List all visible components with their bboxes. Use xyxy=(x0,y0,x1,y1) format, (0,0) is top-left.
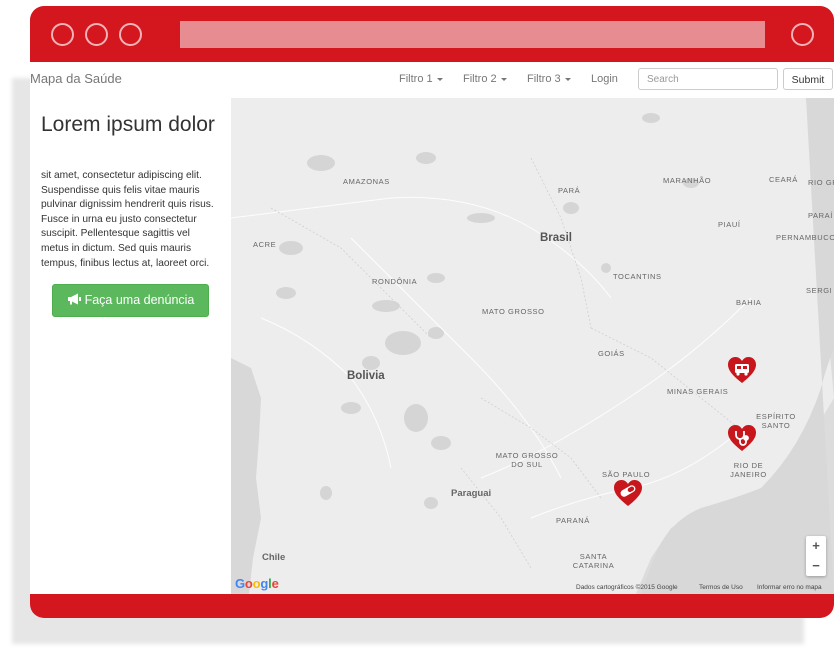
map-label-rio-grande: RIO GR xyxy=(808,178,834,187)
window-maximize-circle[interactable] xyxy=(119,23,142,46)
map-label-goias: GOIÁS xyxy=(598,349,625,358)
zoom-control: + − xyxy=(806,536,826,576)
map-label-paraguai: Paraguai xyxy=(451,488,492,499)
map-label-maranhao: MARANHÃO xyxy=(663,176,712,185)
filter-3-dropdown[interactable]: Filtro 3 xyxy=(527,73,571,85)
map-label-espirito-santo: ESPÍRITO SANTO xyxy=(756,412,796,430)
map-label-tocantins: TOCANTINS xyxy=(613,272,662,281)
caret-down-icon xyxy=(564,77,571,81)
map-label-brasil: Brasil xyxy=(540,232,572,244)
map-label-chile: Chile xyxy=(262,552,286,563)
caret-down-icon xyxy=(500,77,507,81)
map-label-mato-grosso-do-sul: MATO GROSSO DO SUL xyxy=(495,451,559,469)
map-label-sergipe: SERGI xyxy=(806,286,833,295)
megaphone-icon xyxy=(67,293,81,305)
window-close-circle[interactable] xyxy=(51,23,74,46)
google-logo: Google xyxy=(235,576,279,591)
filter-2-dropdown[interactable]: Filtro 2 xyxy=(463,73,507,85)
map-terrain xyxy=(231,98,834,594)
zoom-out-button[interactable]: − xyxy=(806,556,826,576)
report-error-link[interactable]: Informar erro no mapa xyxy=(757,584,822,591)
map-label-amazonas: AMAZONAS xyxy=(343,177,390,186)
report-button[interactable]: Faça uma denúncia xyxy=(52,284,209,317)
map-label-parana: PARANÁ xyxy=(556,516,590,525)
sidebar-text: sit amet, consectetur adipiscing elit. S… xyxy=(41,170,214,269)
filter-3-label: Filtro 3 xyxy=(527,73,561,85)
submit-button[interactable]: Submit xyxy=(783,68,833,90)
caret-down-icon xyxy=(436,77,443,81)
browser-menu-circle[interactable] xyxy=(791,23,814,46)
navbar: Mapa da Saúde Filtro 1 Filtro 2 Filtro 3… xyxy=(30,62,834,99)
ambulance-marker[interactable] xyxy=(727,356,757,384)
map-label-para: PARÁ xyxy=(558,186,581,195)
stethoscope-marker[interactable] xyxy=(727,424,757,452)
map-label-sao-paulo: SÃO PAULO xyxy=(602,470,651,479)
address-bar[interactable] xyxy=(180,21,765,48)
search-input[interactable]: Search xyxy=(638,68,778,90)
map-label-acre: ACRE xyxy=(253,240,277,249)
map-label-mato-grosso: MATO GROSSO xyxy=(482,307,545,316)
brand-link[interactable]: Mapa da Saúde xyxy=(30,71,122,86)
terms-link[interactable]: Termos de Uso xyxy=(699,584,743,591)
filter-2-label: Filtro 2 xyxy=(463,73,497,85)
map-label-bahia: BAHIA xyxy=(736,298,762,307)
map-label-rio-de-janeiro: RIO DE JANEIRO xyxy=(730,461,767,479)
zoom-in-button[interactable]: + xyxy=(806,536,826,556)
report-button-label: Faça uma denúncia xyxy=(84,293,195,307)
map-label-santa-catarina: SANTA CATARINA xyxy=(572,552,615,570)
browser-window: Mapa da Saúde Filtro 1 Filtro 2 Filtro 3… xyxy=(30,6,834,618)
filter-1-dropdown[interactable]: Filtro 1 xyxy=(399,73,443,85)
map-label-bolivia: Bolivia xyxy=(347,370,385,382)
map-label-minas-gerais: MINAS GERAIS xyxy=(667,387,729,396)
map-view[interactable]: AMAZONAS PARÁ MARANHÃO CEARÁ RIO GR PARA… xyxy=(231,98,834,594)
page-viewport: Mapa da Saúde Filtro 1 Filtro 2 Filtro 3… xyxy=(30,62,834,594)
map-label-pernambuco: PERNAMBUCO xyxy=(776,233,834,242)
window-minimize-circle[interactable] xyxy=(85,23,108,46)
map-label-rondonia: RONDÔNIA xyxy=(372,277,418,286)
map-label-paraiba: PARAÍ xyxy=(808,211,833,220)
map-attribution: Dados cartográficos ©2015 Google xyxy=(576,584,678,591)
map-label-ceara: CEARÁ xyxy=(769,175,798,184)
sidebar: Lorem ipsum dolor sit amet, consectetur … xyxy=(30,98,231,594)
map-label-piaui: PIAUÍ xyxy=(718,220,741,229)
filter-1-label: Filtro 1 xyxy=(399,73,433,85)
pill-marker[interactable] xyxy=(613,479,643,507)
login-link[interactable]: Login xyxy=(591,73,618,85)
sidebar-title: Lorem ipsum dolor xyxy=(41,113,215,136)
